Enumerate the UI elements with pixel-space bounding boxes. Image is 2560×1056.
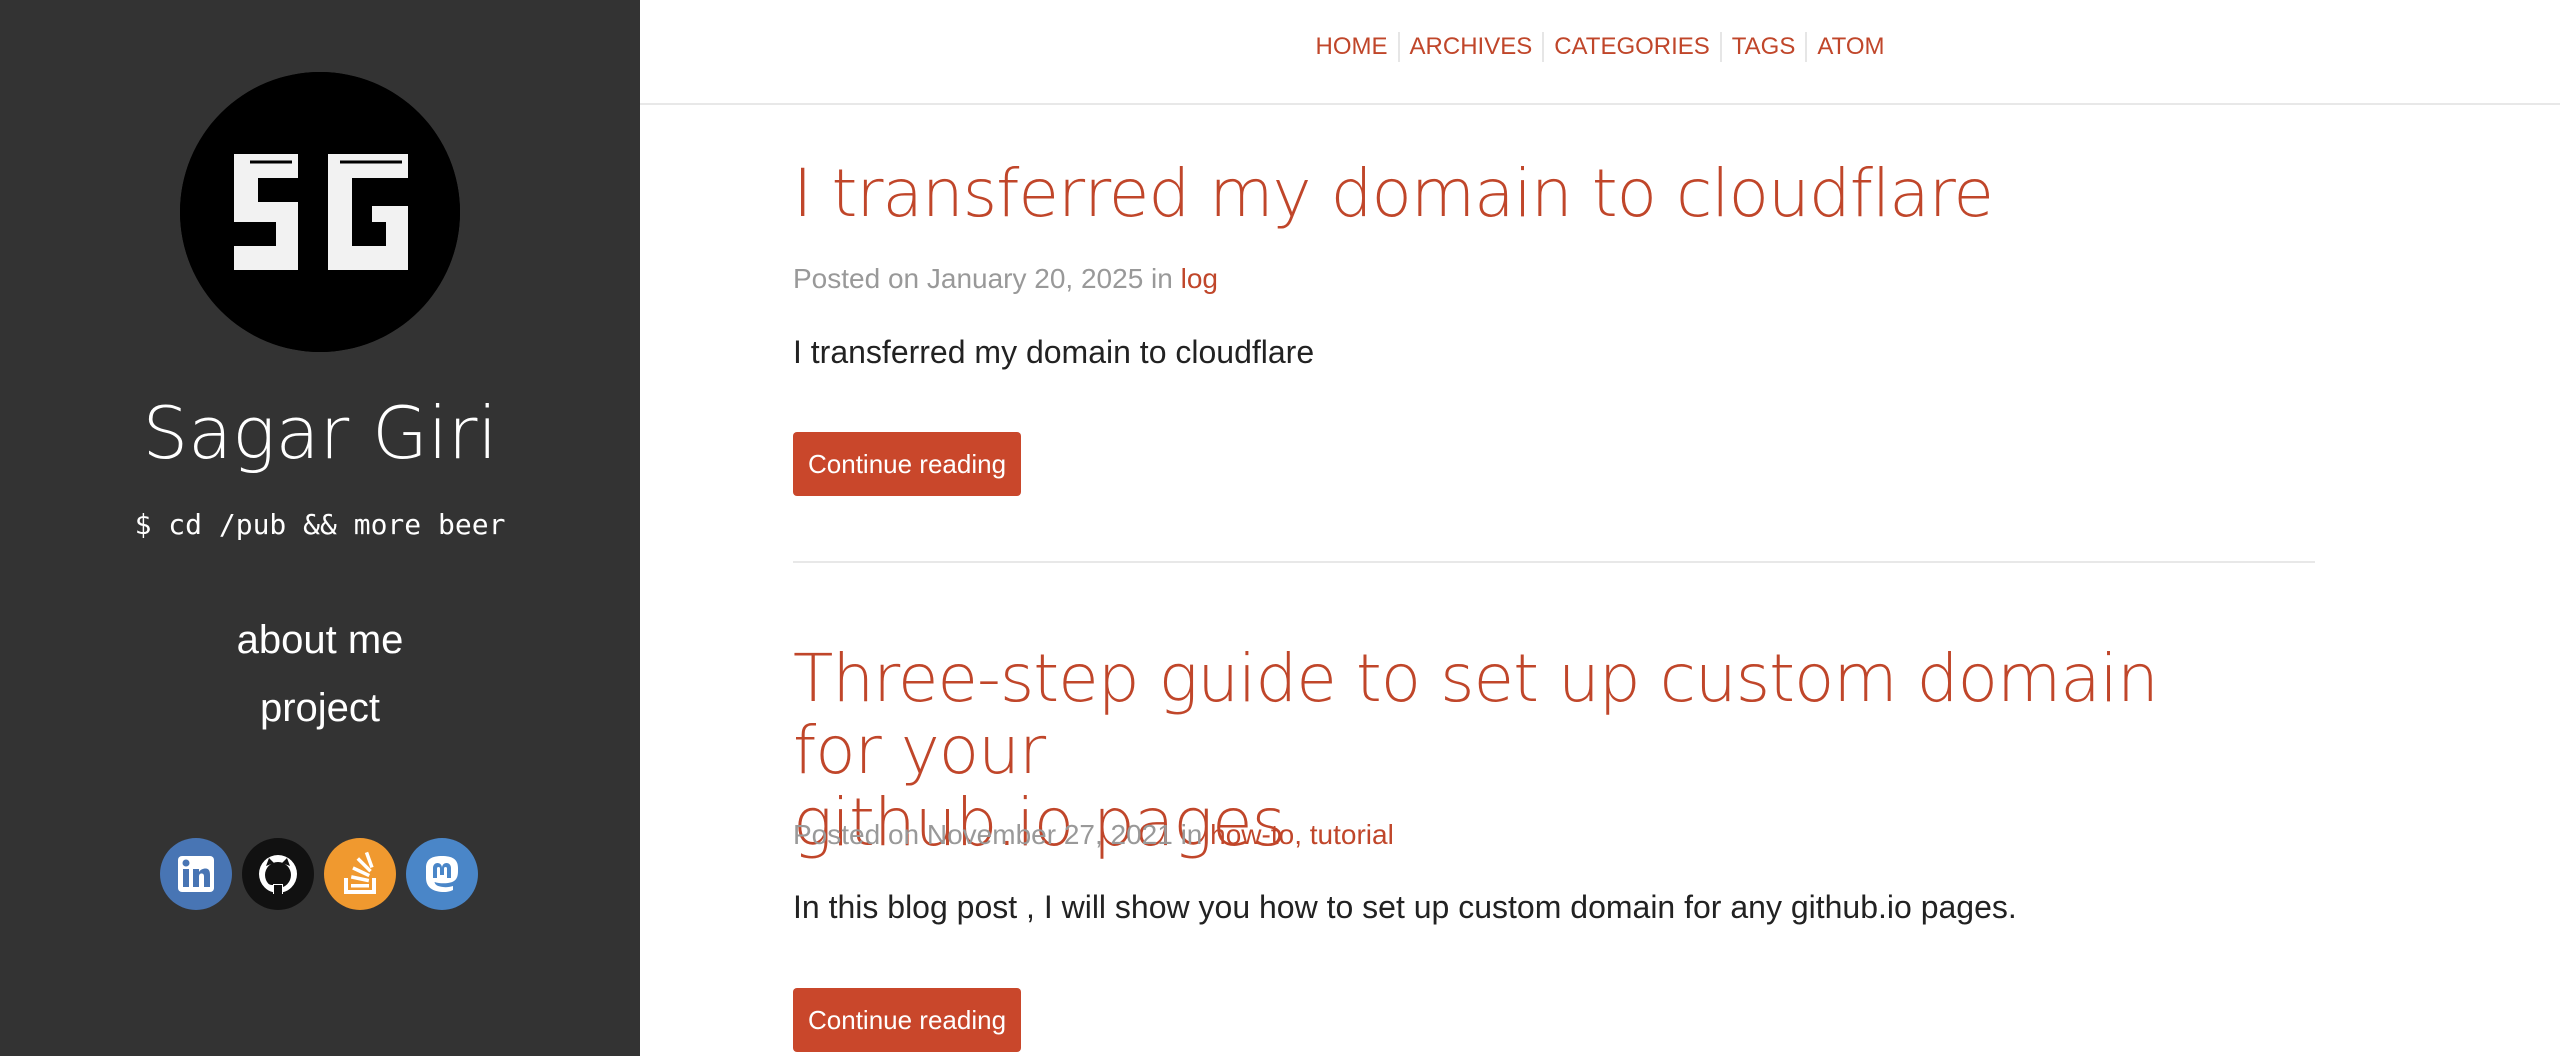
avatar[interactable] bbox=[180, 72, 460, 352]
sidebar-link-project[interactable]: project bbox=[0, 674, 640, 742]
stackoverflow-icon bbox=[344, 851, 376, 894]
sg-logo-icon bbox=[180, 72, 460, 352]
post-meta: Posted on January 20, 2025 in log bbox=[793, 261, 1218, 297]
post-excerpt: I transferred my domain to cloudflare bbox=[793, 334, 1315, 370]
nav-home[interactable]: HOME bbox=[1306, 32, 1398, 62]
site-tagline: $ cd /pub && more beer bbox=[134, 508, 506, 541]
post-date: Posted on January 20, 2025 in bbox=[793, 263, 1181, 294]
site-title[interactable]: Sagar Giri bbox=[0, 388, 640, 478]
nav-tags[interactable]: TAGS bbox=[1719, 32, 1806, 62]
post-divider bbox=[793, 561, 2315, 563]
sidebar-link-about-me[interactable]: about me bbox=[0, 606, 640, 674]
continue-reading-button[interactable]: Continue reading bbox=[793, 988, 1022, 1052]
linkedin-link[interactable] bbox=[160, 838, 232, 910]
social-links bbox=[160, 838, 480, 910]
continue-reading-button[interactable]: Continue reading bbox=[793, 432, 1022, 496]
github-link[interactable] bbox=[242, 838, 314, 910]
sidebar: Sagar Giri $ cd /pub && more beer about … bbox=[0, 0, 640, 1056]
sidebar-links: about me project bbox=[0, 606, 640, 742]
stackoverflow-link[interactable] bbox=[324, 838, 396, 910]
nav-atom[interactable]: ATOM bbox=[1805, 32, 1894, 62]
post-title[interactable]: I transferred my domain to cloudflare bbox=[793, 158, 2193, 230]
linkedin-icon bbox=[178, 856, 214, 892]
post-title-line: Three-step guide to set up custom domain… bbox=[793, 640, 2159, 789]
post-category-link[interactable]: how-to, tutorial bbox=[1210, 819, 1394, 850]
post-category-link[interactable]: log bbox=[1181, 263, 1218, 294]
mastodon-link[interactable] bbox=[406, 838, 478, 910]
mastodon-icon bbox=[426, 856, 458, 892]
post-excerpt: In this blog post , I will show you how … bbox=[793, 889, 2017, 925]
post-meta: Posted on November 27, 2021 in how-to, t… bbox=[793, 817, 1394, 853]
nav-archives[interactable]: ARCHIVES bbox=[1397, 32, 1543, 62]
post-date: Posted on November 27, 2021 in bbox=[793, 819, 1211, 850]
nav-categories[interactable]: CATEGORIES bbox=[1542, 32, 1720, 62]
github-icon bbox=[259, 855, 297, 894]
top-navigation: HOME ARCHIVES CATEGORIES TAGS ATOM bbox=[640, 0, 2560, 105]
